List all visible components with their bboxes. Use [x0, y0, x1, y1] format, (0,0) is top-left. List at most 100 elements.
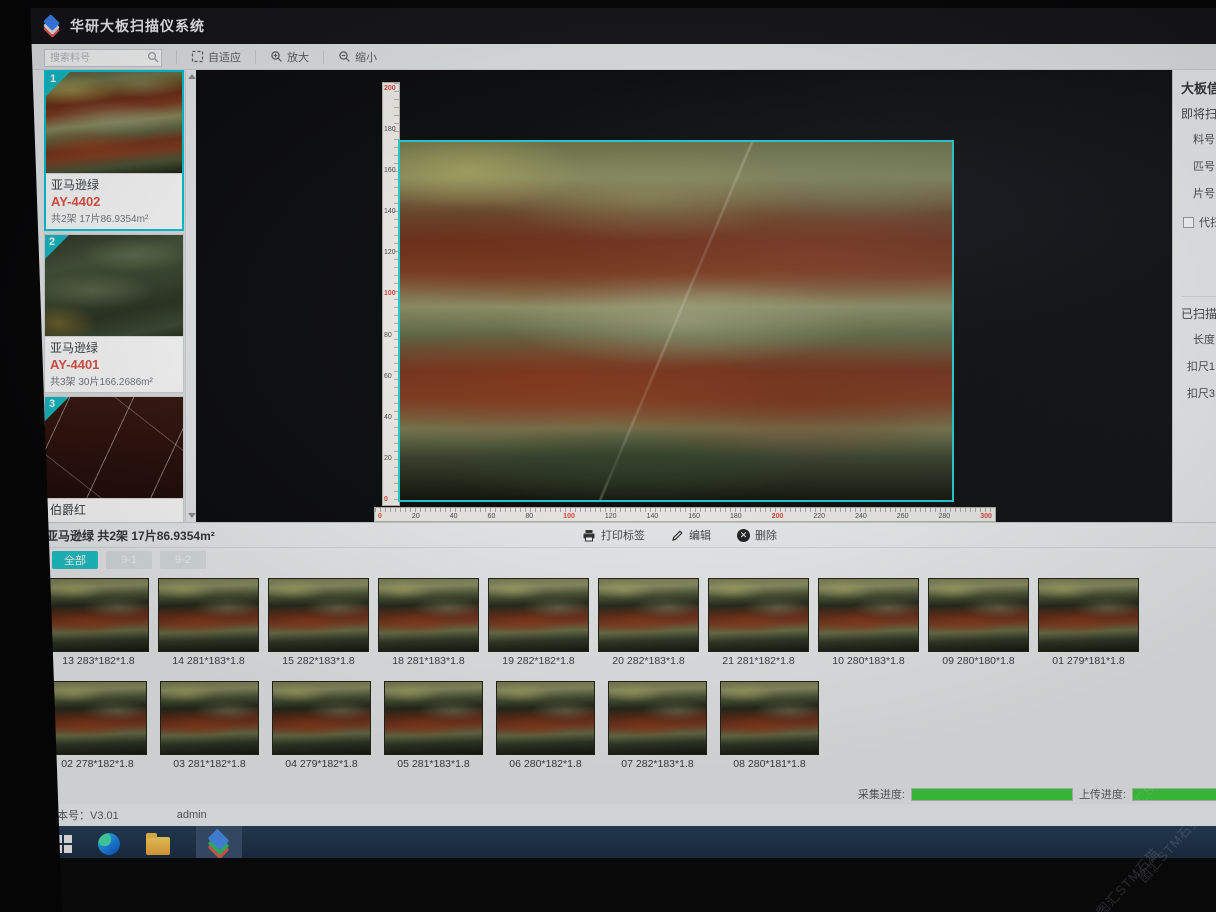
capture-progress-bar	[911, 788, 1073, 801]
toolbar: 自适应 放大 缩小	[14, 44, 1216, 70]
piece-thumbnail-area: 13 283*182*1.8 14 281*183*1.8 15 282*183…	[14, 572, 1216, 784]
capture-progress-label: 采集进度:	[858, 786, 905, 802]
zoom-out-button[interactable]: 缩小	[338, 49, 377, 65]
ruler-tick-label: 120	[384, 249, 398, 256]
slab-name: 伯爵红	[50, 501, 178, 518]
piece-image[interactable]	[48, 681, 147, 755]
info-field-row: 长度 28	[1181, 330, 1216, 348]
piece-thumbnail[interactable]: 01 279*181*1.8	[1038, 578, 1139, 667]
delete-button[interactable]: ✕ 删除	[737, 527, 777, 543]
piece-image[interactable]	[48, 578, 149, 652]
slab-info-panel: 大板信息 即将扫描 料号 AY 匹号 片号 代扫描	[1172, 70, 1216, 522]
slab-index-badge-number: 3	[49, 398, 55, 410]
piece-thumbnail[interactable]: 10 280*183*1.8	[818, 578, 919, 667]
piece-image[interactable]	[608, 681, 707, 755]
ruler-tick-label: 200	[772, 513, 784, 520]
slab-info-title: 大板信息	[1181, 78, 1216, 97]
ruler-tick-label: 100	[384, 290, 398, 297]
piece-image[interactable]	[496, 681, 595, 755]
ruler-tick-label: 200	[384, 85, 398, 92]
slab-thumbnail-image[interactable]	[45, 397, 183, 499]
slab-code: AY-4401	[50, 357, 178, 372]
piece-image[interactable]	[720, 681, 819, 755]
sidebar-scrollbar[interactable]	[185, 70, 196, 522]
piece-thumbnail[interactable]: 08 280*181*1.8	[720, 681, 819, 770]
piece-thumbnail[interactable]: 18 281*183*1.8	[378, 578, 479, 667]
search-input[interactable]	[44, 49, 162, 67]
piece-image[interactable]	[378, 578, 479, 652]
piece-image[interactable]	[488, 578, 589, 652]
progress-row: 采集进度: 上传进度:	[14, 784, 1216, 804]
piece-label: 01 279*181*1.8	[1038, 655, 1139, 667]
scanner-app-taskbar-button[interactable]	[196, 826, 242, 858]
slab-stats: 共3架 30片166.2686m²	[50, 373, 178, 388]
piece-thumbnail[interactable]: 04 279*182*1.8	[272, 681, 371, 770]
piece-label: 06 280*182*1.8	[496, 758, 595, 770]
piece-image[interactable]	[160, 681, 259, 755]
rack-tab[interactable]: 9-2	[160, 551, 206, 569]
piece-thumbnail[interactable]: 09 280*180*1.8	[928, 578, 1029, 667]
scan-checkbox-row[interactable]: 代扫描	[1183, 214, 1216, 230]
piece-thumbnail[interactable]: 07 282*183*1.8	[608, 681, 707, 770]
piece-image[interactable]	[818, 578, 919, 652]
info-field-row: 扣尺1	[1181, 357, 1216, 375]
fit-button-label: 自适应	[208, 49, 241, 65]
piece-thumbnail[interactable]: 05 281*183*1.8	[384, 681, 483, 770]
start-button-icon[interactable]	[54, 835, 72, 853]
horizontal-ruler: 0204060801001201401601802002202402602803…	[374, 507, 996, 522]
ruler-tick-label: 240	[855, 513, 867, 520]
rack-tab[interactable]: 全部	[52, 551, 98, 569]
zoom-in-button[interactable]: 放大	[270, 49, 309, 65]
scroll-up-icon[interactable]	[188, 74, 196, 79]
slab-list-item[interactable]: 1 亚马逊绿 AY-4402 共2架 17片86.9354m²	[44, 70, 184, 231]
scan-viewer[interactable]: 200180160140120100806040200 020406080100…	[196, 70, 1172, 522]
search-input-wrap	[44, 48, 162, 66]
checkbox-label: 代扫描	[1199, 214, 1216, 230]
piece-image[interactable]	[598, 578, 699, 652]
slab-list-item[interactable]: 2 亚马逊绿 AY-4401 共3架 30片166.2686m²	[44, 234, 184, 393]
scroll-down-icon[interactable]	[188, 513, 196, 518]
piece-row-2: 02 278*182*1.8 03 281*182*1.8 04 279*182…	[48, 681, 1216, 770]
info-field-row: 扣尺3	[1181, 384, 1216, 402]
piece-thumbnail[interactable]: 06 280*182*1.8	[496, 681, 595, 770]
slab-list-item[interactable]: 3 伯爵红 XHF-300 共2架 4片14.3114m²	[44, 396, 184, 522]
rack-tab[interactable]: 9-1	[106, 551, 152, 569]
upload-progress-label: 上传进度:	[1079, 786, 1126, 802]
slab-scan-image[interactable]	[398, 140, 954, 502]
piece-thumbnail[interactable]: 15 282*183*1.8	[268, 578, 369, 667]
piece-thumbnail[interactable]: 20 282*183*1.8	[598, 578, 699, 667]
piece-image[interactable]	[268, 578, 369, 652]
print-label-button[interactable]: 打印标签	[582, 527, 645, 543]
piece-image[interactable]	[1038, 578, 1139, 652]
file-explorer-icon[interactable]	[146, 837, 170, 855]
piece-thumbnail[interactable]: 13 283*182*1.8	[48, 578, 149, 667]
piece-image[interactable]	[272, 681, 371, 755]
piece-image[interactable]	[928, 578, 1029, 652]
edit-button[interactable]: 编辑	[671, 527, 711, 543]
piece-row-1: 13 283*182*1.8 14 281*183*1.8 15 282*183…	[48, 578, 1216, 667]
slab-thumbnail-image[interactable]	[46, 72, 182, 174]
piece-image[interactable]	[384, 681, 483, 755]
slab-name: 亚马逊绿	[51, 176, 177, 193]
slab-name: 亚马逊绿	[50, 339, 178, 356]
ruler-tick-label: 260	[897, 513, 909, 520]
piece-thumbnail[interactable]: 21 281*182*1.8	[708, 578, 809, 667]
slab-thumbnail-image[interactable]	[45, 235, 183, 337]
piece-label: 21 281*182*1.8	[708, 655, 809, 667]
ruler-tick-label: 60	[488, 513, 496, 520]
checkbox-icon[interactable]	[1183, 217, 1194, 228]
piece-image[interactable]	[708, 578, 809, 652]
piece-label: 04 279*182*1.8	[272, 758, 371, 770]
piece-thumbnail[interactable]: 14 281*183*1.8	[158, 578, 259, 667]
fit-button[interactable]: 自适应	[191, 49, 241, 65]
version-label: 版本号：V3.01	[46, 807, 119, 823]
main-content: 1 亚马逊绿 AY-4402 共2架 17片86.9354m² 2	[14, 70, 1216, 522]
piece-thumbnail[interactable]: 19 282*182*1.8	[488, 578, 589, 667]
monitor-bezel-top	[0, 0, 1216, 8]
piece-thumbnail[interactable]: 03 281*182*1.8	[160, 681, 259, 770]
piece-image[interactable]	[158, 578, 259, 652]
piece-label: 19 282*182*1.8	[488, 655, 589, 667]
app-logo-icon	[42, 16, 62, 36]
edge-browser-icon[interactable]	[98, 833, 120, 855]
piece-thumbnail[interactable]: 02 278*182*1.8	[48, 681, 147, 770]
